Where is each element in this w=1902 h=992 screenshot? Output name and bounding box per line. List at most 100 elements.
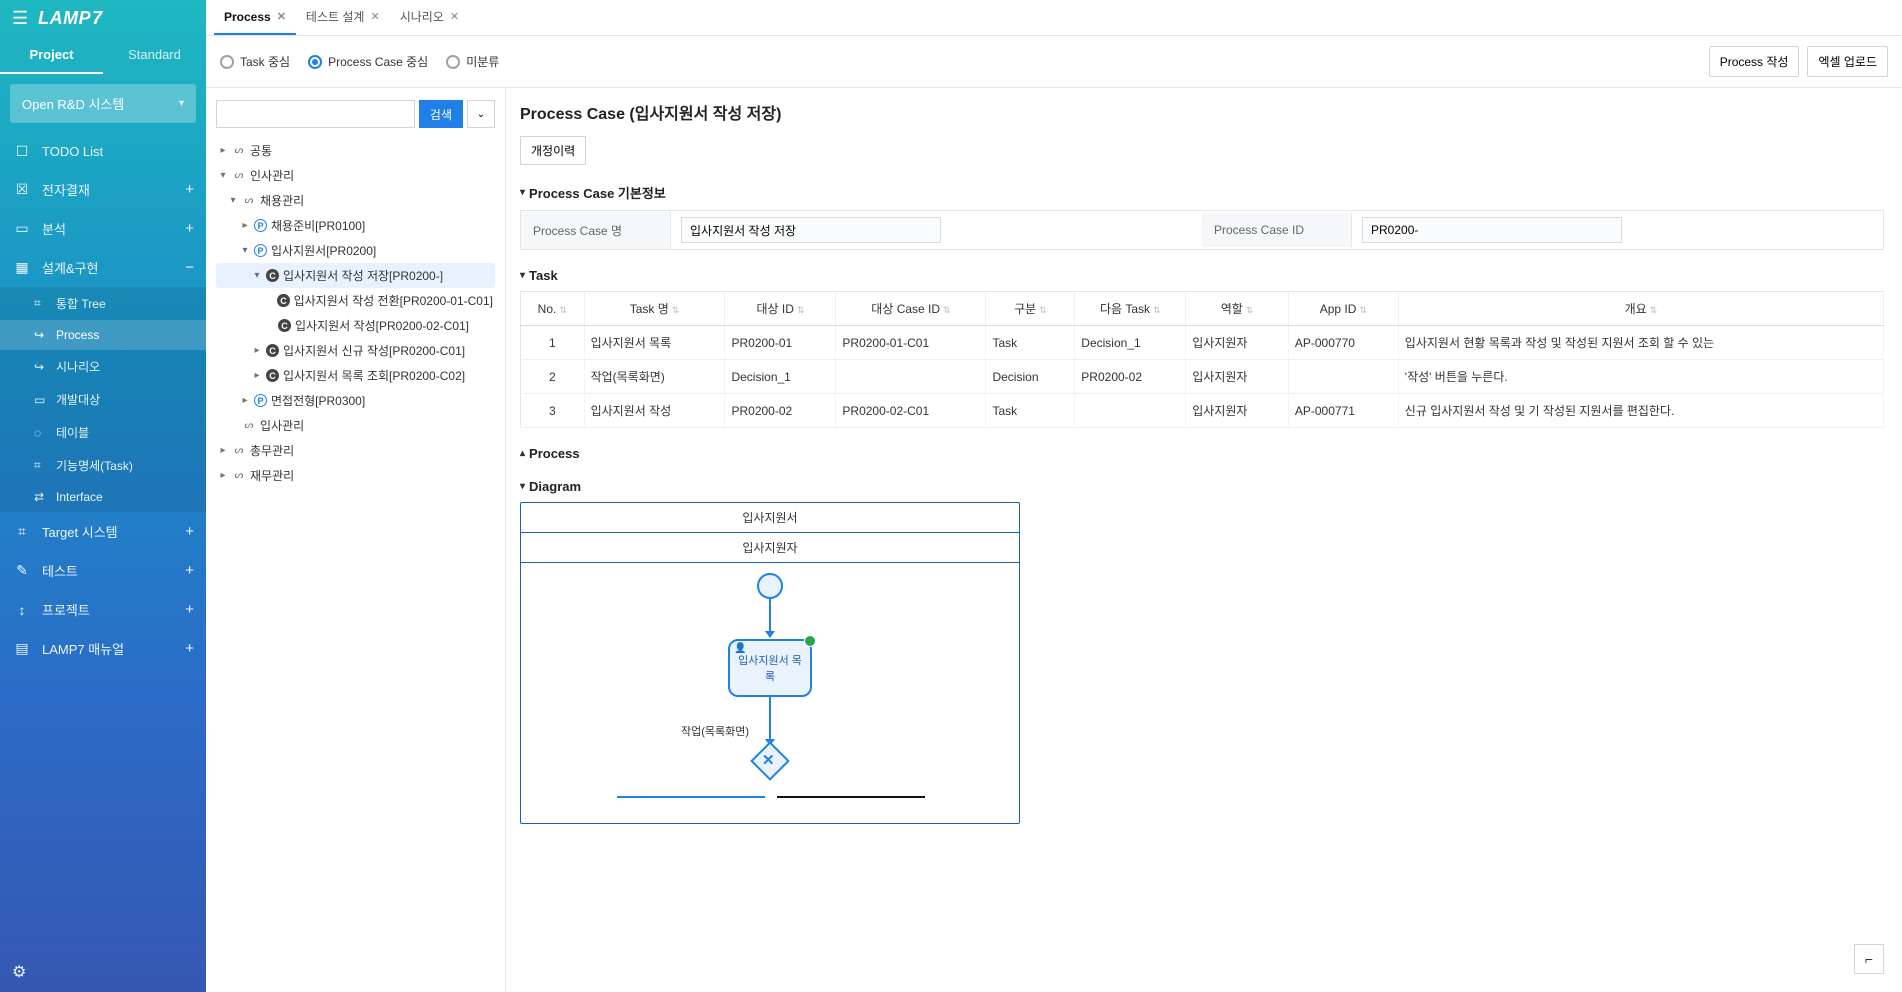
tree-toggle-icon[interactable]: ▾ <box>252 270 262 281</box>
section-basic-title: Process Case 기본정보 <box>529 183 666 202</box>
bpmn-diagram[interactable]: 입사지원서 입사지원자 입사지원서 목록 👤 작업(목록화면) <box>520 502 1020 824</box>
tree-toggle-icon[interactable]: ▸ <box>218 145 228 156</box>
diagram-canvas[interactable]: 입사지원서 목록 👤 작업(목록화면) ✕ <box>521 563 1019 823</box>
editor-tab[interactable]: 시나리오✕ <box>390 0 469 35</box>
table-cell: 작업(목록화면) <box>584 360 725 394</box>
table-cell: 신규 입사지원서 작성 및 기 작성된 지원서를 편집한다. <box>1398 394 1883 428</box>
table-row[interactable]: 2작업(목록화면)Decision_1DecisionPR0200-02입사지원… <box>521 360 1884 394</box>
section-process-title: Process <box>529 446 580 461</box>
sidebar-subitem[interactable]: ↪시나리오 <box>0 350 206 383</box>
tree-node[interactable]: ▸C입사지원서 신규 작성[PR0200-C01] <box>216 338 495 363</box>
tree-node[interactable]: ▸C입사지원서 작성 전환[PR0200-01-C01] <box>216 288 495 313</box>
sort-icon: ⇅ <box>1650 305 1658 315</box>
table-column-header[interactable]: App ID⇅ <box>1288 292 1398 326</box>
sidebar-item[interactable]: ⌗Target 시스템+ <box>0 512 206 551</box>
tree-node[interactable]: ▸C입사지원서 목록 조회[PR0200-C02] <box>216 363 495 388</box>
table-column-header[interactable]: 구분⇅ <box>986 292 1075 326</box>
tree-node[interactable]: ▸ᔕ총무관리 <box>216 438 495 463</box>
sidebar-subitem[interactable]: ⇄Interface <box>0 482 206 512</box>
sidebar-item[interactable]: ✎테스트+ <box>0 551 206 590</box>
table-column-header[interactable]: 대상 Case ID⇅ <box>836 292 986 326</box>
tree-toggle-icon[interactable]: ▸ <box>240 395 250 406</box>
table-column-header[interactable]: 다음 Task⇅ <box>1075 292 1186 326</box>
editor-tab[interactable]: Process✕ <box>214 0 296 35</box>
diagram-start-event[interactable] <box>757 573 783 599</box>
tree-node[interactable]: ▸ᔕ공통 <box>216 138 495 163</box>
tree-toggle-icon[interactable]: ▾ <box>228 195 238 206</box>
submenu-icon: ▭ <box>34 393 50 407</box>
process-tree: ▸ᔕ공통▾ᔕ인사관리▾ᔕ채용관리▸P채용준비[PR0100]▾P입사지원서[PR… <box>216 138 495 488</box>
plus-icon: + <box>185 562 194 579</box>
table-cell: PR0200-02 <box>1075 360 1186 394</box>
table-column-header[interactable]: 개요⇅ <box>1398 292 1883 326</box>
sidebar-subitem[interactable]: ↪Process <box>0 320 206 350</box>
view-mode-option[interactable]: Task 중심 <box>220 53 290 70</box>
tree-toggle-icon[interactable]: ▸ <box>252 370 262 381</box>
view-mode-option[interactable]: Process Case 중심 <box>308 53 428 70</box>
table-column-header[interactable]: 역할⇅ <box>1186 292 1289 326</box>
section-basic-header[interactable]: ▾ Process Case 기본정보 <box>520 183 1884 202</box>
logo-text: LAMP <box>38 8 91 29</box>
tree-expand-button[interactable]: ⌄ <box>467 100 495 128</box>
submenu-icon: ↪ <box>34 328 50 342</box>
field-name-input[interactable] <box>681 217 941 243</box>
excel-upload-button[interactable]: 엑셀 업로드 <box>1807 46 1888 77</box>
tree-node[interactable]: ▾ᔕ채용관리 <box>216 188 495 213</box>
tree-node[interactable]: ▾P입사지원서[PR0200] <box>216 238 495 263</box>
arrow-down-icon <box>765 631 775 638</box>
sidebar-item[interactable]: ▭분석+ <box>0 209 206 248</box>
tree-toggle-icon[interactable]: ▾ <box>240 245 250 256</box>
table-column-header[interactable]: Task 명⇅ <box>584 292 725 326</box>
sidebar-tab-project[interactable]: Project <box>0 37 103 74</box>
close-icon[interactable]: ✕ <box>370 10 379 23</box>
tree-node[interactable]: ▸P면접전형[PR0300] <box>216 388 495 413</box>
editor-tab[interactable]: 테스트 설계✕ <box>296 0 390 35</box>
section-process-header[interactable]: ▴ Process <box>520 446 1884 461</box>
tree-toggle-icon[interactable]: ▸ <box>218 445 228 456</box>
sidebar-subitem[interactable]: ⌗기능명세(Task) <box>0 449 206 482</box>
tree-toggle-icon[interactable]: ▾ <box>218 170 228 181</box>
tree-node[interactable]: ▸P채용준비[PR0100] <box>216 213 495 238</box>
field-id-input[interactable] <box>1362 217 1622 243</box>
table-row[interactable]: 3입사지원서 작성PR0200-02PR0200-02-C01Task입사지원자… <box>521 394 1884 428</box>
section-task-header[interactable]: ▾ Task <box>520 268 1884 283</box>
locate-origin-button[interactable]: ⌐ <box>1854 944 1884 974</box>
close-icon[interactable]: ✕ <box>450 10 459 23</box>
tree-node[interactable]: ▾C입사지원서 작성 저장[PR0200-] <box>216 263 495 288</box>
section-diagram-header[interactable]: ▾ Diagram <box>520 479 1884 494</box>
sidebar-item[interactable]: ▤LAMP7 매뉴얼+ <box>0 629 206 668</box>
section-process: ▴ Process <box>520 446 1884 461</box>
tree-search-input[interactable] <box>216 100 415 128</box>
sidebar-item[interactable]: ☐TODO List <box>0 133 206 170</box>
tree-node[interactable]: ▸ᔕ재무관리 <box>216 463 495 488</box>
tree-toggle-icon[interactable]: ▸ <box>240 220 250 231</box>
settings-icon[interactable]: ⚙ <box>12 964 26 981</box>
table-column-header[interactable]: No.⇅ <box>521 292 585 326</box>
sidebar-item[interactable]: ☒전자결재+ <box>0 170 206 209</box>
tree-node[interactable]: ▸ᔕ입사관리 <box>216 413 495 438</box>
tree-node-label: 입사관리 <box>260 417 304 434</box>
sidebar-subitem[interactable]: ◌테이블 <box>0 416 206 449</box>
tree-search-button[interactable]: 검색 <box>419 100 463 128</box>
table-column-header[interactable]: 대상 ID⇅ <box>725 292 836 326</box>
sidebar-subitem[interactable]: ▭개발대상 <box>0 383 206 416</box>
history-button[interactable]: 개정이력 <box>520 136 586 165</box>
tree-toggle-icon[interactable]: ▸ <box>218 470 228 481</box>
process-create-button[interactable]: Process 작성 <box>1709 46 1800 77</box>
project-selector[interactable]: Open R&D 시스템 ▾ <box>10 84 196 123</box>
sidebar-item[interactable]: ▦설계&구현− <box>0 248 206 287</box>
tree-toggle-icon[interactable]: ▸ <box>252 345 262 356</box>
sidebar-tab-standard[interactable]: Standard <box>103 37 206 74</box>
sidebar-tabs: Project Standard <box>0 37 206 74</box>
close-icon[interactable]: ✕ <box>277 10 286 23</box>
sidebar-item[interactable]: ↕프로젝트+ <box>0 590 206 629</box>
tree-node-label: 입사지원서 작성 저장[PR0200-] <box>283 267 443 284</box>
tree-node[interactable]: ▾ᔕ인사관리 <box>216 163 495 188</box>
menu-icon: ✎ <box>12 562 32 579</box>
view-mode-option[interactable]: 미분류 <box>446 53 499 70</box>
plus-icon: + <box>185 640 194 657</box>
menu-toggle-icon[interactable]: ☰ <box>12 8 28 29</box>
table-row[interactable]: 1입사지원서 목록PR0200-01PR0200-01-C01TaskDecis… <box>521 326 1884 360</box>
tree-node[interactable]: ▸C입사지원서 작성[PR0200-02-C01] <box>216 313 495 338</box>
sidebar-subitem[interactable]: ⌗통합 Tree <box>0 287 206 320</box>
